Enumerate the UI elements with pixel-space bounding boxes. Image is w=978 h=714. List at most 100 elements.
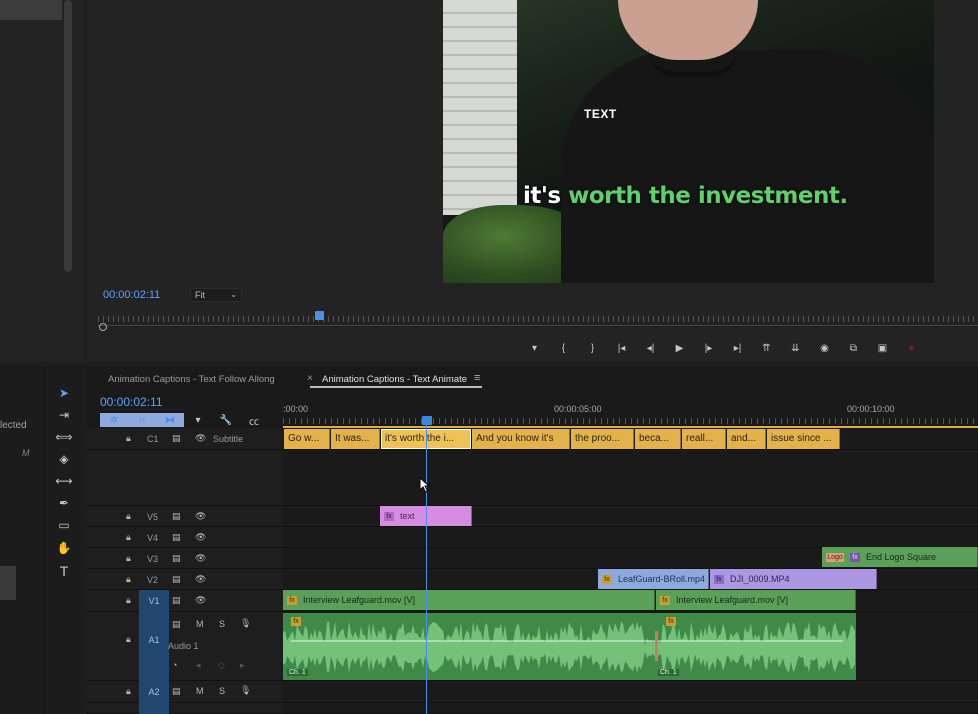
project-panel-item[interactable]	[0, 0, 62, 20]
comparison-icon[interactable]: ⧉	[839, 340, 868, 356]
subtitle-clip[interactable]: the proo...	[571, 429, 634, 449]
tab-text-animate[interactable]: Animation Captions - Text Animate	[322, 374, 467, 385]
export-frame-icon[interactable]: ◉	[810, 340, 839, 356]
toggle-sync-icon[interactable]: ▤	[172, 595, 181, 606]
mark-in-icon[interactable]: {	[549, 340, 578, 356]
volume-knob-icon[interactable]: ◔	[172, 660, 177, 670]
wrench-icon[interactable]: 🔧	[212, 413, 240, 427]
add-marker-icon[interactable]: ▾	[184, 413, 212, 427]
hand-tool-icon[interactable]: ✋	[53, 539, 75, 557]
selection-tool-icon[interactable]: ➤	[53, 384, 75, 402]
toggle-sync-icon[interactable]: ▤	[172, 619, 181, 630]
play-icon[interactable]: ▶	[665, 340, 694, 356]
interview-clip[interactable]: fx Interview Leafguard.mov [V]	[283, 590, 655, 610]
ruler-label-5: 00:00:05:00	[554, 404, 602, 414]
timeline-timecode[interactable]: 00:00:02:11	[100, 395, 163, 409]
subtitle-clip[interactable]: and...	[727, 429, 766, 449]
dji-clip[interactable]: fx DJI_0009.MP4	[710, 569, 877, 589]
track-label[interactable]: A2	[139, 681, 169, 703]
timeline-ruler[interactable]: :00:00 00:00:05:00 00:00:10:00	[283, 400, 978, 428]
track-label[interactable]: A1	[139, 612, 169, 681]
program-video-frame[interactable]: TEXT it's worth the investment.	[443, 0, 934, 283]
extract-icon[interactable]: ⇊	[781, 340, 810, 356]
eye-icon[interactable]: 👁︎	[195, 595, 206, 606]
toggle-sync-icon[interactable]: ▤	[172, 433, 181, 444]
program-timecode[interactable]: 00:00:02:11	[103, 289, 160, 301]
go-to-in-icon[interactable]: |◂	[607, 340, 636, 356]
lock-icon[interactable]: 🔒︎	[126, 511, 131, 522]
proxy-icon[interactable]: ▣	[868, 340, 897, 356]
leafguard-broll-clip[interactable]: fx LeafGuard-BRoll.mp4	[598, 569, 709, 589]
prev-keyframe-icon[interactable]: ◂	[196, 660, 201, 671]
lock-icon[interactable]: 🔒︎	[126, 686, 131, 697]
subtitle-clip[interactable]: beca...	[635, 429, 681, 449]
zoom-level-select[interactable]: Fit ⌄	[190, 288, 242, 302]
solo-button[interactable]: S	[219, 686, 225, 696]
record-icon[interactable]: ●	[897, 340, 926, 356]
monitor-playhead[interactable]	[315, 311, 324, 320]
lock-icon[interactable]: 🔒︎	[126, 595, 131, 606]
tab-close-icon[interactable]: ×	[307, 373, 313, 384]
eye-icon[interactable]: 👁︎	[195, 433, 206, 444]
tab-text-follow-along[interactable]: Animation Captions - Text Follow Allong	[108, 374, 275, 385]
panel-menu-icon[interactable]: ≡	[474, 372, 480, 384]
solo-button[interactable]: S	[219, 619, 225, 629]
type-tool-icon[interactable]: T	[53, 562, 75, 580]
subtitle-clip[interactable]: And you know it's	[472, 429, 570, 449]
audio-edit-point[interactable]	[655, 631, 658, 661]
toggle-sync-icon[interactable]: ▤	[172, 574, 181, 585]
eye-icon[interactable]: 👁︎	[195, 511, 206, 522]
track-target-a3[interactable]	[139, 703, 169, 714]
end-logo-clip[interactable]: Logo fx End Logo Square	[822, 547, 978, 567]
eye-icon[interactable]: 👁︎	[195, 553, 206, 564]
subtitle-clip[interactable]: Go w...	[284, 429, 330, 449]
toggle-sync-icon[interactable]: ▤	[172, 686, 181, 697]
caption-main-text[interactable]: it's worth the investment.	[523, 183, 848, 209]
marker-icon[interactable]: ▾	[520, 340, 549, 356]
captions-cc-icon[interactable]: ㏄	[240, 413, 268, 428]
mute-button[interactable]: M	[196, 686, 204, 696]
toggle-sync-icon[interactable]: ▤	[172, 511, 181, 522]
razor-tool-icon[interactable]: ◈	[53, 450, 75, 468]
lift-icon[interactable]: ⇈	[752, 340, 781, 356]
step-forward-icon[interactable]: |▸	[694, 340, 723, 356]
interview-clip[interactable]: fx Interview Leafguard.mov [V]	[656, 590, 856, 610]
track-select-tool-icon[interactable]: ⇥	[53, 406, 75, 424]
lock-icon[interactable]: 🔒︎	[126, 433, 131, 444]
program-monitor-scrubber[interactable]	[98, 310, 978, 328]
microphone-icon[interactable]: 🎙︎	[240, 618, 251, 629]
track-label[interactable]: V1	[139, 590, 169, 612]
eye-icon[interactable]: 👁︎	[195, 574, 206, 585]
microphone-icon[interactable]: 🎙︎	[240, 685, 251, 696]
linked-selection-icon[interactable]: ⧓	[156, 413, 184, 427]
zoom-bar-handle[interactable]	[99, 323, 107, 331]
toggle-sync-icon[interactable]: ▤	[172, 553, 181, 564]
slip-tool-icon[interactable]: ⟷	[53, 472, 75, 490]
add-keyframe-icon[interactable]: ◇	[218, 660, 225, 671]
caption-text-label[interactable]: TEXT	[584, 107, 617, 121]
mute-button[interactable]: M	[196, 619, 204, 629]
timeline-playhead-line[interactable]	[426, 425, 427, 714]
step-back-icon[interactable]: ◂|	[636, 340, 665, 356]
go-to-out-icon[interactable]: ▸|	[723, 340, 752, 356]
project-panel-scrollbar[interactable]	[64, 0, 72, 272]
nest-toggle-icon[interactable]: ✲	[100, 413, 128, 427]
snap-magnet-icon[interactable]: ∩	[128, 413, 156, 427]
timeline-playhead-handle[interactable]	[422, 416, 432, 425]
pen-tool-icon[interactable]: ✒	[53, 494, 75, 512]
subtitle-clip[interactable]: reall...	[682, 429, 726, 449]
toggle-sync-icon[interactable]: ▤	[172, 532, 181, 543]
next-keyframe-icon[interactable]: ▸	[240, 660, 245, 671]
eye-icon[interactable]: 👁︎	[195, 532, 206, 543]
scrubber-zoom-bar[interactable]	[98, 325, 978, 326]
lock-icon[interactable]: 🔒︎	[126, 532, 131, 543]
lock-icon[interactable]: 🔒︎	[126, 634, 131, 645]
lock-icon[interactable]: 🔒︎	[126, 574, 131, 585]
lock-icon[interactable]: 🔒︎	[126, 553, 131, 564]
bin-item-selected[interactable]	[0, 566, 16, 600]
subtitle-clip[interactable]: It was...	[331, 429, 380, 449]
rectangle-tool-icon[interactable]: ▭	[53, 516, 75, 534]
mark-out-icon[interactable]: }	[578, 340, 607, 356]
subtitle-clip[interactable]: issue since ...	[767, 429, 840, 449]
ripple-edit-tool-icon[interactable]: ⟺	[53, 428, 75, 446]
